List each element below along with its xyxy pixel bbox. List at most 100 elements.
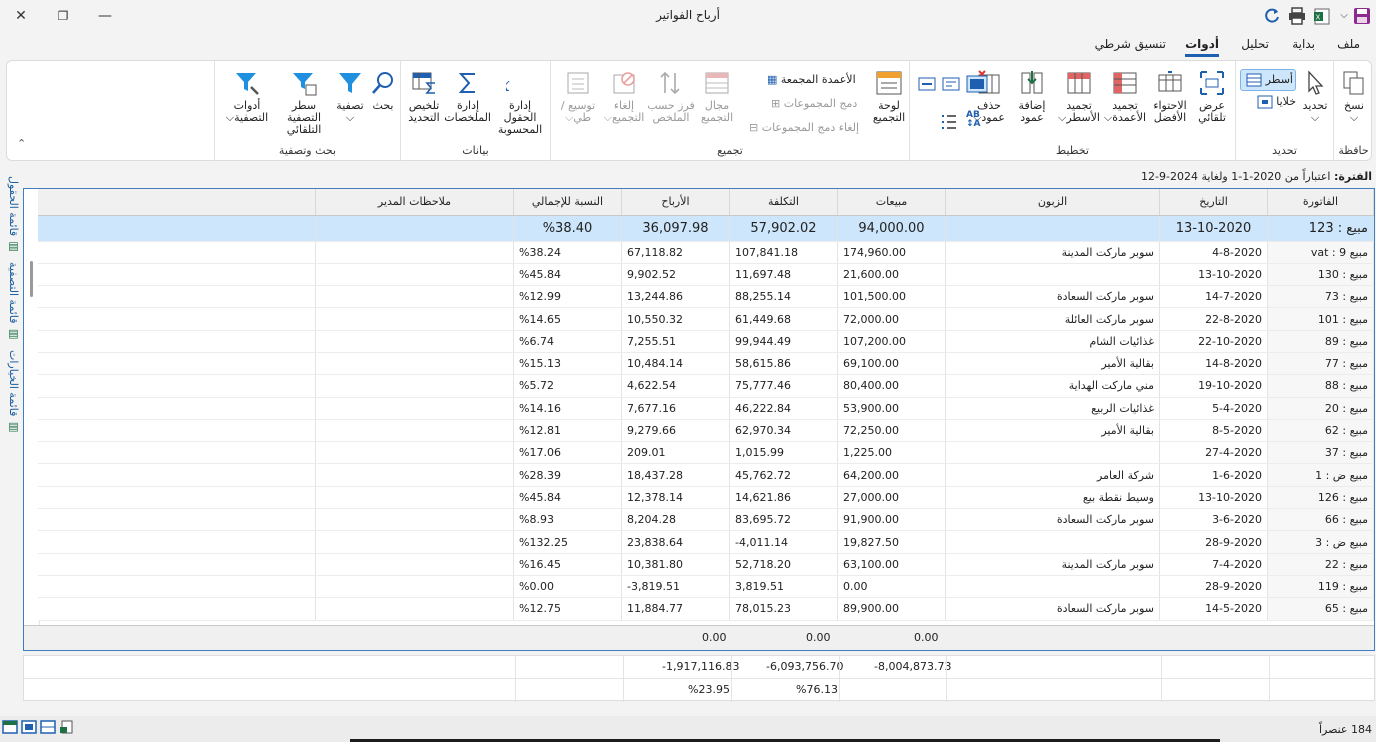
cell-invoice[interactable]: مبيع : 20 bbox=[1267, 397, 1374, 420]
tab-tools[interactable]: أدوات bbox=[1185, 37, 1219, 57]
cell-notes[interactable] bbox=[315, 263, 514, 287]
cell-cost[interactable]: 11,697.48 bbox=[729, 263, 838, 287]
cell-profit[interactable]: -3,819.51 bbox=[621, 575, 730, 599]
fields-list-tab[interactable]: ▤ قائمة الحقول bbox=[2, 176, 20, 253]
tab-home[interactable]: بداية bbox=[1292, 37, 1315, 51]
list-numbered-icon[interactable] bbox=[940, 113, 958, 131]
cell-invoice[interactable]: مبيع : 22 bbox=[1267, 553, 1374, 576]
cell-percent[interactable]: %45.84 bbox=[513, 486, 622, 510]
cell-sales[interactable]: 21,600.00 bbox=[837, 263, 946, 287]
excel-export-icon[interactable]: X bbox=[1312, 6, 1332, 26]
cell-invoice[interactable]: مبيع ض : 3 bbox=[1267, 530, 1374, 554]
cell-date[interactable]: 1-6-2020 bbox=[1159, 463, 1268, 487]
cell-customer[interactable] bbox=[945, 530, 1160, 554]
cell-sales[interactable]: 69,100.00 bbox=[837, 352, 946, 376]
cell-invoice[interactable]: مبيع : 123 bbox=[1267, 215, 1374, 242]
cell-notes[interactable] bbox=[315, 397, 514, 420]
cell-notes[interactable] bbox=[315, 486, 514, 510]
cell-profit[interactable]: 9,279.66 bbox=[621, 419, 730, 443]
cell-percent[interactable]: %14.65 bbox=[513, 307, 622, 331]
summaries-button[interactable]: إدارة الملخصات bbox=[444, 69, 491, 124]
cell-sales[interactable]: 174,960.00 bbox=[837, 241, 946, 264]
cell-percent[interactable]: %6.74 bbox=[513, 330, 622, 353]
cell-notes[interactable] bbox=[315, 285, 514, 309]
cell-profit[interactable]: 10,381.80 bbox=[621, 553, 730, 576]
cell-customer[interactable]: مني ماركت الهداية bbox=[945, 374, 1160, 398]
cell-customer[interactable]: وسيط نقطة بيع bbox=[945, 486, 1160, 510]
select-button[interactable]: تحديد ⌵ bbox=[1298, 69, 1332, 124]
cell-invoice[interactable]: مبيع : 65 bbox=[1267, 597, 1374, 621]
table-row[interactable]: مبيع : 37 27-4-2020 1,225.00 1,015.99 209.01… bbox=[37, 441, 1374, 465]
table-row[interactable]: مبيع ض : 1 1-6-2020 شركة العامر 64,200.00 45… bbox=[37, 463, 1374, 487]
cell-notes[interactable] bbox=[315, 553, 514, 576]
grouped-columns-button[interactable]: الأعمدة المجمعة ▦ bbox=[767, 73, 856, 86]
cell-notes[interactable] bbox=[315, 441, 514, 465]
cell-date[interactable]: 22-10-2020 bbox=[1159, 330, 1268, 353]
table-row[interactable]: مبيع : 77 14-8-2020 بقالية الأمير 69,100.00… bbox=[37, 352, 1374, 376]
cell-invoice[interactable]: مبيع : 73 bbox=[1267, 285, 1374, 309]
cell-profit[interactable]: 4,622.54 bbox=[621, 374, 730, 398]
cell-cost[interactable]: 52,718.20 bbox=[729, 553, 838, 576]
cell-notes[interactable] bbox=[315, 307, 514, 331]
table-row[interactable]: مبيع : 101 22-8-2020 سوبر ماركت العائلة 72,… bbox=[37, 307, 1374, 331]
add-column-button[interactable]: إضافة عمود bbox=[1010, 69, 1054, 124]
cell-sales[interactable]: 94,000.00 bbox=[837, 215, 946, 242]
cell-notes[interactable] bbox=[315, 352, 514, 376]
col-header-cost[interactable]: التكلفة bbox=[729, 189, 838, 216]
cell-notes[interactable] bbox=[315, 530, 514, 554]
cell-cost[interactable]: 57,902.02 bbox=[729, 215, 838, 242]
cell-profit[interactable]: 23,838.64 bbox=[621, 530, 730, 554]
layout-small-1-icon[interactable] bbox=[918, 77, 936, 91]
cell-date[interactable]: 13-10-2020 bbox=[1159, 263, 1268, 287]
cell-cost[interactable]: 46,222.84 bbox=[729, 397, 838, 420]
cell-percent[interactable]: %8.93 bbox=[513, 508, 622, 532]
cell-sales[interactable]: 72,000.00 bbox=[837, 307, 946, 331]
rows-mode-button[interactable]: أسطر bbox=[1240, 69, 1296, 91]
cell-invoice[interactable]: مبيع : 101 bbox=[1267, 307, 1374, 331]
cell-sales[interactable]: 1,225.00 bbox=[837, 441, 946, 465]
cell-notes[interactable] bbox=[315, 508, 514, 532]
cell-profit[interactable]: 11,884.77 bbox=[621, 597, 730, 621]
table-row[interactable]: مبيع : 130 13-10-2020 21,600.00 11,697.48 9,… bbox=[37, 263, 1374, 287]
selection-summary-button[interactable]: تلخيص التحديد bbox=[403, 69, 445, 124]
cell-sales[interactable]: 27,000.00 bbox=[837, 486, 946, 510]
cell-profit[interactable]: 209.01 bbox=[621, 441, 730, 465]
cell-percent[interactable]: %38.24 bbox=[513, 241, 622, 264]
cell-sales[interactable]: 107,200.00 bbox=[837, 330, 946, 353]
layout-small-2-icon[interactable] bbox=[942, 77, 960, 91]
table-row[interactable]: مبيع : 62 8-5-2020 بقالية الأمير 72,250.00 6… bbox=[37, 419, 1374, 443]
cell-invoice[interactable]: مبيع : 77 bbox=[1267, 352, 1374, 376]
cell-date[interactable]: 14-7-2020 bbox=[1159, 285, 1268, 309]
cell-invoice[interactable]: مبيع : 37 bbox=[1267, 441, 1374, 465]
cell-profit[interactable]: 10,484.14 bbox=[621, 352, 730, 376]
cell-date[interactable]: 3-6-2020 bbox=[1159, 508, 1268, 532]
table-row[interactable]: مبيع : 66 3-6-2020 سوبر ماركت السعادة 91,90… bbox=[37, 508, 1374, 532]
calculated-fields-button[interactable]: fx إدارة الحقول المحسوبة bbox=[491, 69, 549, 136]
table-row[interactable]: مبيع : 126 13-10-2020 وسيط نقطة بيع 27,000.… bbox=[37, 486, 1374, 510]
cell-cost[interactable]: 14,621.86 bbox=[729, 486, 838, 510]
auto-filter-row-button[interactable]: سطر التصفية التلقائي bbox=[275, 69, 333, 136]
cell-date[interactable]: 14-8-2020 bbox=[1159, 352, 1268, 376]
cell-date[interactable]: 8-5-2020 bbox=[1159, 419, 1268, 443]
print-icon[interactable] bbox=[1287, 6, 1307, 26]
cell-customer[interactable]: بقالية الأمير bbox=[945, 352, 1160, 376]
cell-customer[interactable] bbox=[945, 263, 1160, 287]
cells-mode-button[interactable]: خلايا bbox=[1246, 95, 1296, 109]
cell-percent[interactable]: %0.00 bbox=[513, 575, 622, 599]
search-button[interactable]: بحث bbox=[367, 69, 399, 112]
cell-profit[interactable]: 67,118.82 bbox=[621, 241, 730, 264]
cell-percent[interactable]: %12.99 bbox=[513, 285, 622, 309]
cell-customer[interactable]: شركة العامر bbox=[945, 463, 1160, 487]
cell-customer[interactable] bbox=[945, 215, 1160, 242]
cell-cost[interactable]: 107,841.18 bbox=[729, 241, 838, 264]
table-row[interactable]: مبيع : 89 22-10-2020 غذائيات الشام 107,200.… bbox=[37, 330, 1374, 353]
cell-profit[interactable]: 36,097.98 bbox=[621, 215, 730, 242]
col-header-percent[interactable]: النسبة للإجمالي bbox=[513, 189, 622, 216]
cell-cost[interactable]: 58,615.86 bbox=[729, 352, 838, 376]
col-header-invoice[interactable]: الفاتورة bbox=[1267, 189, 1374, 216]
cell-invoice[interactable]: مبيع : 119 bbox=[1267, 575, 1374, 599]
cell-sales[interactable]: 89,900.00 bbox=[837, 597, 946, 621]
cell-profit[interactable]: 13,244.86 bbox=[621, 285, 730, 309]
refresh-icon[interactable] bbox=[1262, 6, 1282, 26]
cell-invoice[interactable]: مبيع : 66 bbox=[1267, 508, 1374, 532]
